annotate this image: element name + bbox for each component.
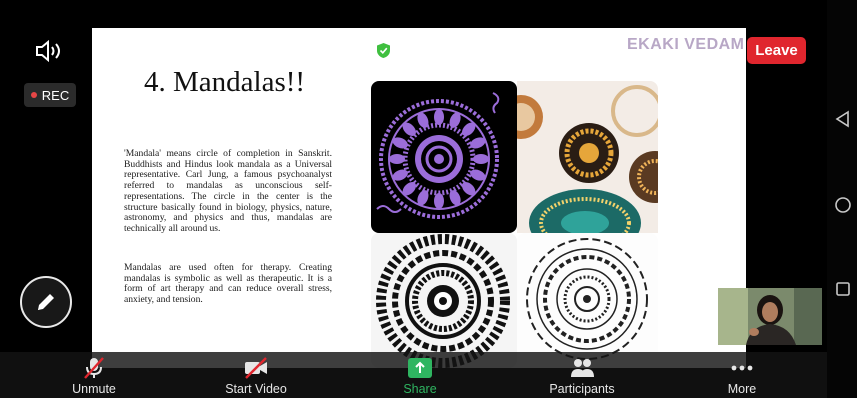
outline-mandala-image bbox=[517, 233, 658, 368]
chevron-down-icon bbox=[447, 47, 458, 54]
participants-icon bbox=[571, 359, 594, 377]
start-video-button[interactable]: Start Video bbox=[218, 352, 294, 398]
meeting-top-bar: Zoom EKAKI VEDAM Leave bbox=[0, 28, 827, 70]
share-button[interactable]: Share bbox=[390, 352, 450, 398]
mandala-petal bbox=[462, 122, 476, 136]
unmute-label: Unmute bbox=[72, 382, 116, 396]
share-label: Share bbox=[403, 382, 437, 396]
participants-button[interactable]: Participants bbox=[540, 352, 624, 398]
share-up-arrow-icon bbox=[408, 358, 432, 378]
shield-icon bbox=[377, 42, 390, 58]
android-navigation-bar bbox=[827, 0, 857, 398]
recents-nav-icon[interactable] bbox=[834, 280, 852, 298]
self-video-thumbnail[interactable] bbox=[718, 288, 822, 345]
annotate-pen-button[interactable] bbox=[20, 276, 72, 328]
start-video-label: Start Video bbox=[225, 382, 287, 396]
meeting-toolbar: Unmute Start Video Share Participants Mo… bbox=[0, 352, 827, 398]
black-white-mandala-image bbox=[371, 233, 517, 368]
host-name-watermark: EKAKI VEDAM bbox=[627, 36, 745, 53]
mandala-petal bbox=[402, 182, 416, 196]
more-button[interactable]: More bbox=[716, 352, 768, 398]
recording-dot-icon bbox=[30, 92, 37, 98]
meeting-title-dropdown[interactable]: Zoom bbox=[376, 40, 458, 60]
participants-label: Participants bbox=[549, 382, 615, 396]
slide-paragraph-2: Mandalas are used often for therapy. Cre… bbox=[124, 262, 332, 306]
leave-button[interactable]: Leave bbox=[747, 37, 806, 64]
home-nav-icon[interactable] bbox=[834, 196, 852, 214]
mandala-petal bbox=[434, 109, 444, 125]
slide-paragraph-1: 'Mandala' means circle of completion in … bbox=[124, 148, 332, 234]
recording-label: REC bbox=[41, 87, 70, 103]
purple-mandala-image bbox=[371, 81, 517, 233]
shared-slide: 4. Mandalas!! 'Mandala' means circle of … bbox=[92, 28, 746, 368]
unmute-button[interactable]: Unmute bbox=[64, 352, 124, 398]
mandala-petal bbox=[389, 154, 405, 164]
slide-title: 4. Mandalas!! bbox=[144, 66, 306, 98]
pen-icon bbox=[38, 294, 54, 310]
zoom-meeting-screen: 4. Mandalas!! 'Mandala' means circle of … bbox=[0, 0, 857, 398]
mandala-petal bbox=[462, 182, 476, 196]
video-off-icon bbox=[245, 357, 267, 379]
dot-mandala-plates-image bbox=[517, 81, 658, 233]
speaker-icon[interactable] bbox=[34, 39, 64, 63]
mic-muted-icon bbox=[84, 357, 104, 379]
more-label: More bbox=[727, 382, 757, 396]
recording-badge: REC bbox=[24, 83, 76, 107]
meeting-title: Zoom bbox=[397, 40, 441, 59]
more-dots-icon bbox=[731, 365, 753, 371]
back-nav-icon[interactable] bbox=[834, 110, 852, 128]
